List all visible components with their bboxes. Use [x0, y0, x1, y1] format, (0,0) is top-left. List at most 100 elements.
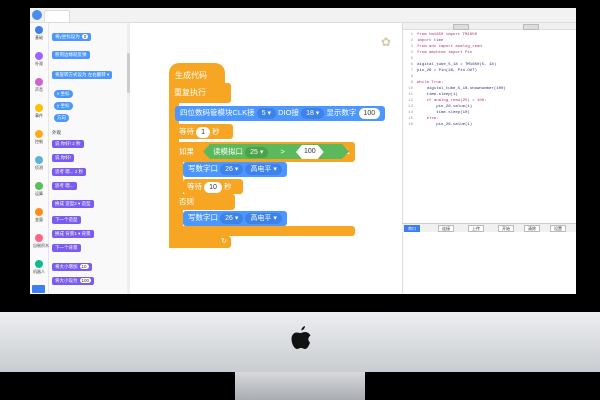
- code-panel: 1 from tm1650 import TM1650 2 import time 3 f…: [402, 23, 576, 223]
- analog-pin-dropdown[interactable]: 25 ▾: [245, 147, 268, 158]
- category-sensing[interactable]: 侦测: [33, 156, 45, 171]
- upload-button[interactable]: 上传: [468, 225, 484, 232]
- app-screen: 基础 外观 声音 事件 控制 侦测 运算 变量 自制积木 机器人 将y坐标设为 0…: [30, 8, 576, 294]
- wait-seconds-input[interactable]: 10: [204, 182, 222, 193]
- palette-block[interactable]: 思考 嗯...: [52, 182, 77, 190]
- palette-reporter[interactable]: x 坐标: [54, 90, 73, 98]
- category-dot-icon: [35, 130, 43, 138]
- palette-block[interactable]: 将大小设为 100: [52, 277, 95, 285]
- code-text: if analog_read(25) > 100:: [417, 99, 487, 103]
- loop-arrow-icon: ↻: [221, 238, 227, 245]
- block-palette: 将y坐标设为 0 移到边缘就反弹 将旋转方式设为 左右翻转 ▾ x 坐标 y 坐标…: [49, 23, 130, 294]
- category-dot-icon: [35, 182, 43, 190]
- code-text: time.sleep(1): [417, 93, 458, 97]
- dio-pin-dropdown[interactable]: 18 ▾: [301, 108, 325, 119]
- wait-seconds-input[interactable]: 1: [196, 127, 210, 138]
- palette-scroll-thumb[interactable]: [127, 53, 130, 93]
- category-dot-icon: [35, 208, 43, 216]
- code-text: digital_tube_5_18.shownumber(100): [417, 87, 506, 91]
- category-events[interactable]: 事件: [33, 104, 45, 119]
- category-control[interactable]: 控制: [33, 130, 45, 145]
- category-dot-icon: [35, 52, 43, 60]
- level-dropdown[interactable]: 高电平 ▾: [245, 164, 282, 175]
- code-line: 8: [403, 75, 576, 80]
- category-basic[interactable]: 基础: [33, 26, 45, 41]
- top-tab-bar: [30, 8, 576, 23]
- palette-block[interactable]: 下一个背景: [52, 244, 81, 252]
- palette-block[interactable]: 思考 嗯... 2 秒: [52, 168, 87, 176]
- palette-block[interactable]: 将旋转方式设为 左右翻转 ▾: [52, 71, 113, 79]
- code-line: 7 pin_26 = Pin(26, Pin.OUT): [403, 69, 576, 74]
- level-dropdown[interactable]: 高电平 ▾: [245, 213, 282, 224]
- palette-block[interactable]: 说 你好! 2 秒: [52, 140, 84, 148]
- hat-block[interactable]: 生成代码: [169, 63, 225, 85]
- palette-block[interactable]: 换成 造型2 ▾ 造型: [52, 200, 94, 208]
- code-line: 10 digital_tube_5_18.shownumber(100): [403, 87, 576, 92]
- category-looks[interactable]: 外观: [33, 52, 45, 67]
- display-number-input[interactable]: 100: [358, 108, 381, 119]
- code-text: from adc import analog_read: [417, 45, 482, 49]
- code-text: from tm1650 import TM1650: [417, 33, 478, 37]
- start-button[interactable]: 开始: [498, 225, 514, 232]
- category-sound[interactable]: 声音: [33, 78, 45, 93]
- palette-block[interactable]: 换成 背景1 ▾ 背景: [52, 230, 94, 238]
- write-digital-block[interactable]: 写数字口 26 ▾ 高电平 ▾: [183, 211, 287, 226]
- code-toolbar: [403, 23, 576, 30]
- line-number: 15: [408, 117, 413, 121]
- code-text: pin_26.value(1): [417, 123, 473, 127]
- settings-button[interactable]: 设置: [550, 225, 566, 232]
- clear-button[interactable]: 清除: [524, 225, 540, 232]
- line-number: 16: [408, 123, 413, 127]
- palette-block[interactable]: 移到边缘就反弹: [52, 51, 90, 59]
- compare-block[interactable]: 读模拟口 25 ▾ >: [203, 144, 349, 159]
- palette-reporter[interactable]: 方向: [54, 114, 69, 122]
- serial-port-button[interactable]: 串口: [404, 225, 420, 232]
- code-text: from machine import Pin: [417, 51, 473, 55]
- palette-reporter[interactable]: y 坐标: [54, 102, 73, 110]
- tab-sounds[interactable]: [92, 10, 120, 21]
- script-workspace[interactable]: 生成代码 重复执行 ↻ 四位数码管模块CLK接 5 ▾ DIO接 18 ▾ 显示…: [131, 23, 424, 294]
- palette-block[interactable]: 将y坐标设为 0: [52, 33, 92, 41]
- code-line: 15 else:: [403, 117, 576, 122]
- clk-pin-dropdown[interactable]: 5 ▾: [256, 108, 277, 119]
- forever-block[interactable]: 重复执行: [169, 83, 231, 103]
- palette-block[interactable]: 将大小增加 10: [52, 263, 92, 271]
- palette-block[interactable]: 说 你好!: [52, 154, 75, 162]
- code-line: 3 from adc import analog_read: [403, 45, 576, 50]
- extension-button[interactable]: [32, 285, 45, 293]
- sprite-mascot-icon: ✿: [381, 35, 392, 49]
- palette-block-value[interactable]: 10: [79, 264, 89, 269]
- wait-block[interactable]: 等待 10 秒: [183, 179, 243, 194]
- palette-block[interactable]: 下一个造型: [52, 216, 81, 224]
- if-else-bottom: [175, 226, 355, 236]
- code-toggle-button[interactable]: [453, 24, 469, 30]
- palette-block-value[interactable]: 0: [81, 34, 89, 39]
- connect-button[interactable]: 连接: [438, 225, 454, 232]
- category-robot[interactable]: 机器人: [33, 260, 45, 275]
- category-variables[interactable]: 变量: [33, 208, 45, 223]
- wait-block[interactable]: 等待 1 秒: [175, 124, 233, 139]
- code-line: 14 time.sleep(10): [403, 111, 576, 116]
- digital-pin-dropdown[interactable]: 26 ▾: [220, 164, 244, 175]
- category-dot-icon: [35, 26, 43, 34]
- display-number-block[interactable]: 四位数码管模块CLK接 5 ▾ DIO接 18 ▾ 显示数字 100: [175, 106, 386, 121]
- category-operators[interactable]: 运算: [33, 182, 45, 197]
- write-digital-block[interactable]: 写数字口 26 ▾ 高电平 ▾: [183, 162, 287, 177]
- category-dot-icon: [35, 78, 43, 86]
- palette-scrollbar[interactable]: [127, 23, 130, 294]
- code-text: import time: [417, 39, 444, 43]
- tab-costumes[interactable]: [66, 10, 94, 21]
- category-my-blocks[interactable]: 自制积木: [33, 234, 49, 249]
- category-dot-icon: [35, 104, 43, 112]
- palette-block-value[interactable]: 100: [79, 278, 92, 283]
- line-number: 8: [410, 75, 413, 79]
- serial-output[interactable]: [402, 232, 576, 294]
- else-block: 否则: [175, 194, 235, 210]
- app-logo-icon: [32, 10, 42, 20]
- digital-pin-dropdown[interactable]: 26 ▾: [220, 213, 244, 224]
- monitor-stand: [235, 372, 365, 400]
- line-number: 5: [410, 57, 413, 61]
- code-text: else:: [417, 117, 439, 121]
- code-copy-button[interactable]: [523, 24, 539, 30]
- code-line: 16 pin_26.value(1): [403, 123, 576, 128]
